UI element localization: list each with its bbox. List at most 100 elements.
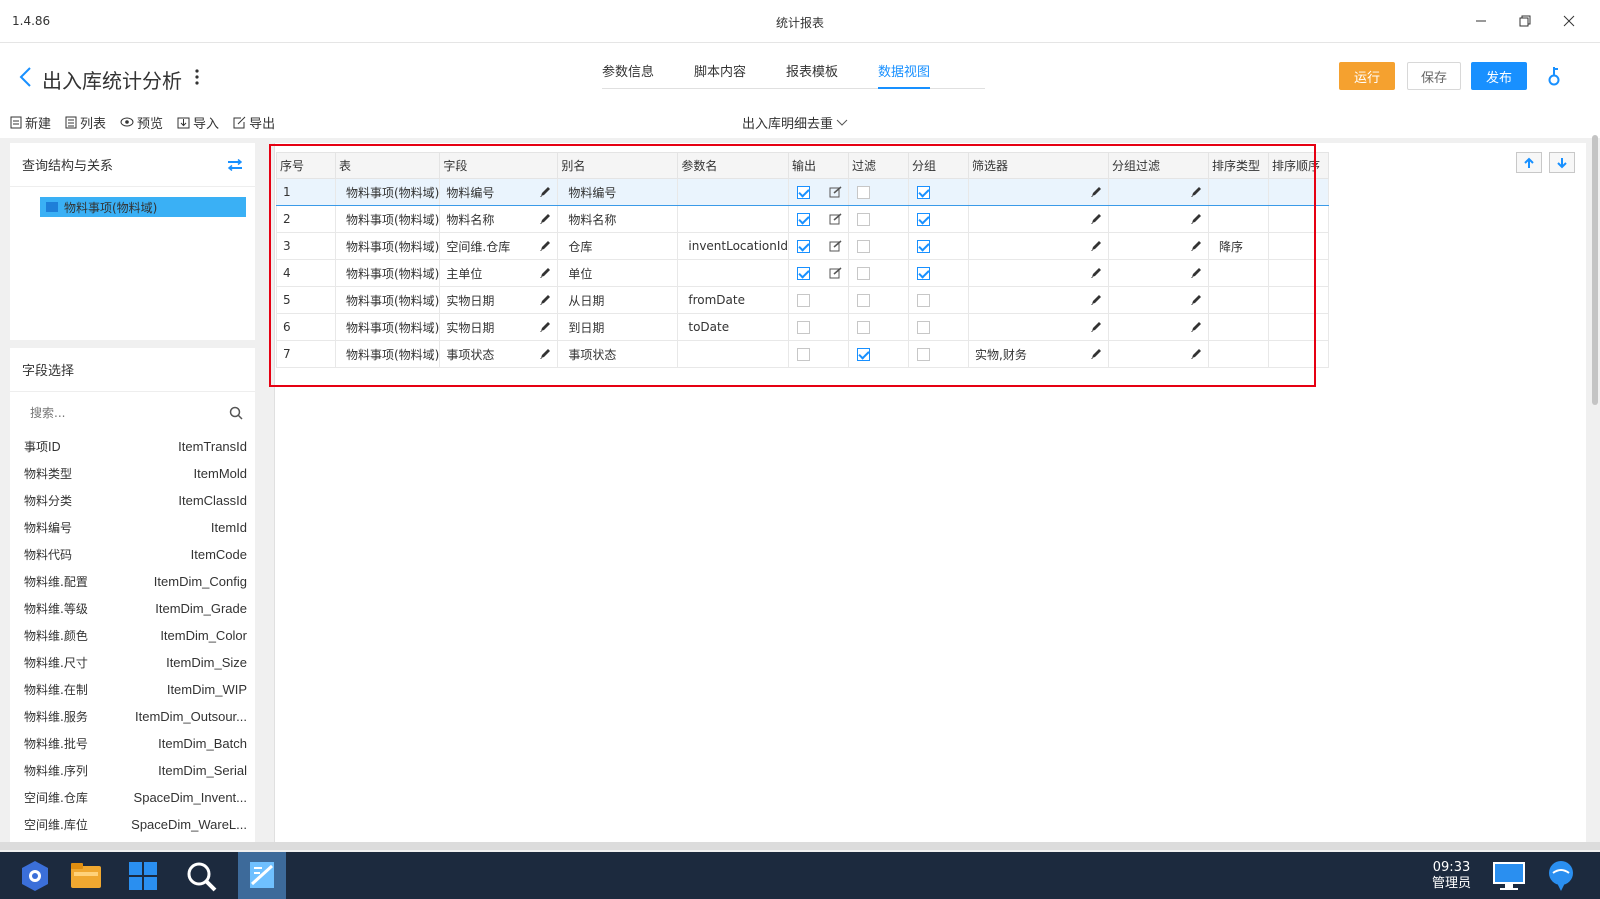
row-field-cell[interactable]: 实物日期 [439,286,559,314]
pencil-icon[interactable] [539,186,551,198]
new-button[interactable]: 新建 [10,113,51,132]
field-list-item[interactable]: 物料类型 ItemMold [10,460,255,487]
row-selector-cell[interactable]: 实物,财务 [968,340,1110,368]
row-group-filter-cell[interactable] [1108,205,1210,233]
export-button[interactable]: 导出 [233,113,275,132]
row-selector-cell[interactable] [968,313,1110,341]
row-group-filter-cell[interactable] [1108,178,1210,206]
output-checkbox[interactable] [797,212,811,226]
row-param[interactable] [677,205,790,233]
filter-checkbox[interactable] [857,321,871,334]
field-list-item[interactable]: 物料维.尺寸 ItemDim_Size [10,649,255,676]
grid-column-header[interactable]: 别名 [557,152,679,179]
filter-checkbox[interactable] [857,267,871,280]
pencil-icon[interactable] [539,213,551,225]
close-icon[interactable] [1547,8,1591,34]
row-param[interactable]: fromDate [677,286,790,314]
row-field-cell[interactable]: 实物日期 [439,313,559,341]
field-list-item[interactable]: 物料维.颜色 ItemDim_Color [10,622,255,649]
grid-column-header[interactable]: 筛选器 [968,152,1110,179]
pencil-icon[interactable] [1190,213,1202,225]
row-sort-order[interactable] [1268,313,1330,341]
row-sort-type[interactable] [1208,286,1270,314]
preview-button[interactable]: 预览 [120,113,163,132]
field-list-item[interactable]: 物料编号 ItemId [10,514,255,541]
pencil-icon[interactable] [1190,267,1202,279]
key-icon[interactable] [1545,65,1563,87]
edit-icon[interactable] [829,213,842,225]
report-app-icon[interactable] [238,852,286,899]
pencil-icon[interactable] [1090,348,1102,360]
notification-icon[interactable] [1543,858,1579,894]
grid-column-header[interactable]: 排序顺序 [1268,152,1330,179]
pencil-icon[interactable] [1090,240,1102,252]
pencil-icon[interactable] [539,294,551,306]
edit-icon[interactable] [829,267,842,279]
pencil-icon[interactable] [539,267,551,279]
filter-checkbox[interactable] [857,294,871,307]
row-field-cell[interactable]: 物料编号 [439,178,559,206]
row-field-cell[interactable]: 物料名称 [439,205,559,233]
search-icon[interactable] [229,406,243,420]
table-row[interactable]: 2 物料事项(物料域) 物料名称 物料名称 [276,205,1330,233]
pencil-icon[interactable] [539,321,551,333]
output-checkbox[interactable] [797,266,811,280]
pencil-icon[interactable] [1190,240,1202,252]
row-param[interactable] [677,178,790,206]
table-row[interactable]: 5 物料事项(物料域) 实物日期 从日期 fromDate [276,286,1330,314]
filter-checkbox[interactable] [857,186,871,199]
edit-icon[interactable] [829,186,842,198]
field-list-item[interactable]: 事项ID ItemTransId [10,433,255,460]
tab-data-view[interactable]: 数据视图 [878,57,931,89]
pencil-icon[interactable] [1090,267,1102,279]
grid-column-header[interactable]: 分组过滤 [1108,152,1210,179]
filter-checkbox[interactable] [857,348,871,361]
pencil-icon[interactable] [1190,321,1202,333]
row-sort-order[interactable] [1268,286,1330,314]
table-row[interactable]: 6 物料事项(物料域) 实物日期 到日期 toDate [276,313,1330,341]
row-alias[interactable]: 到日期 [557,313,679,341]
table-row[interactable]: 7 物料事项(物料域) 事项状态 事项状态 实物,财务 [276,340,1330,368]
row-sort-order[interactable] [1268,340,1330,368]
row-sort-type[interactable] [1208,205,1270,233]
monitor-icon[interactable] [1491,858,1527,894]
field-list-item[interactable]: 物料代码 ItemCode [10,541,255,568]
output-checkbox[interactable] [797,185,811,199]
output-checkbox[interactable] [797,320,811,334]
folder-app-icon[interactable] [68,858,104,894]
row-field-cell[interactable]: 空间维.仓库 [439,232,559,260]
row-param[interactable] [677,259,790,287]
field-list-item[interactable]: 物料维.批号 ItemDim_Batch [10,730,255,757]
field-list-item[interactable]: 空间维.仓库 SpaceDim_Invent... [10,784,255,811]
row-sort-order[interactable] [1268,259,1330,287]
row-group-filter-cell[interactable] [1108,313,1210,341]
pencil-icon[interactable] [1190,348,1202,360]
row-selector-cell[interactable] [968,286,1110,314]
pencil-icon[interactable] [1090,321,1102,333]
output-checkbox[interactable] [797,293,811,307]
pencil-icon[interactable] [1190,186,1202,198]
row-sort-order[interactable] [1268,178,1330,206]
grid-column-header[interactable]: 排序类型 [1208,152,1270,179]
row-selector-cell[interactable] [968,178,1110,206]
windows-icon[interactable] [125,858,161,894]
field-list-item[interactable]: 物料维.在制 ItemDim_WIP [10,676,255,703]
row-sort-type[interactable] [1208,178,1270,206]
restore-icon[interactable] [1503,8,1547,34]
row-field-cell[interactable]: 事项状态 [439,340,559,368]
vertical-scrollbar[interactable] [1592,135,1598,405]
data-view-select[interactable]: 出入库明细去重 [742,113,848,132]
group-checkbox[interactable] [917,294,931,307]
move-up-button[interactable] [1516,152,1542,173]
grid-column-header[interactable]: 参数名 [677,152,790,179]
field-list-item[interactable]: 物料维.服务 ItemDim_Outsour... [10,703,255,730]
grid-column-header[interactable]: 过滤 [848,152,910,179]
horizontal-scrollbar[interactable] [0,842,1600,850]
pencil-icon[interactable] [1190,294,1202,306]
row-selector-cell[interactable] [968,205,1110,233]
run-button[interactable]: 运行 [1339,62,1395,90]
list-button[interactable]: 列表 [65,113,106,132]
table-row[interactable]: 4 物料事项(物料域) 主单位 单位 [276,259,1330,287]
table-row[interactable]: 1 物料事项(物料域) 物料编号 物料编号 [276,178,1330,206]
more-icon[interactable] [193,67,201,87]
